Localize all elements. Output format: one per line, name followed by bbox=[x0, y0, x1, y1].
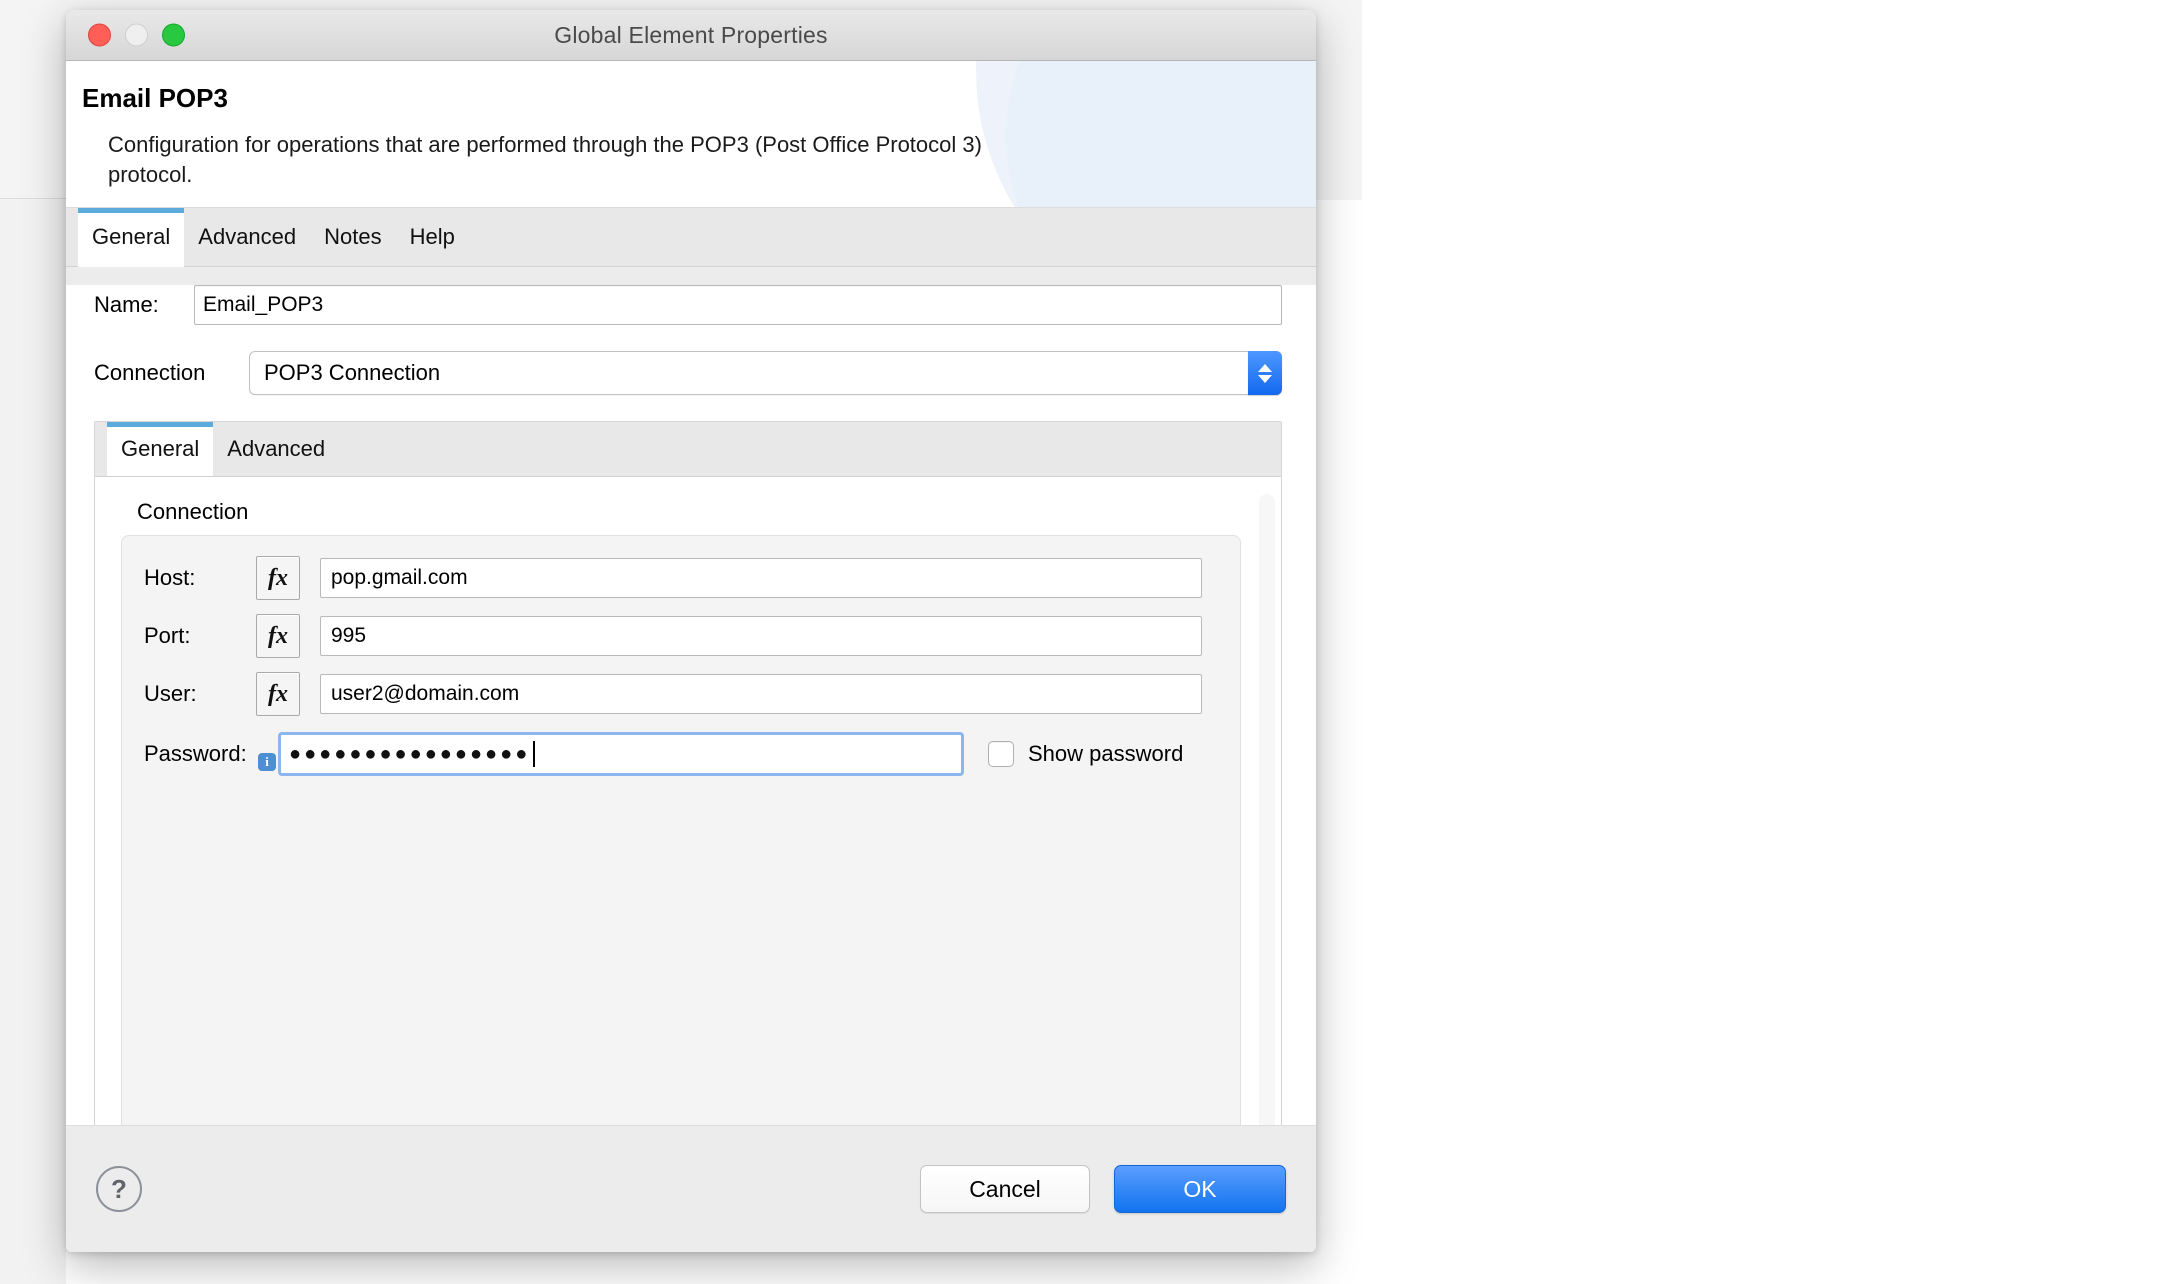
tab-help-label: Help bbox=[409, 224, 455, 249]
show-password-checkbox[interactable] bbox=[988, 741, 1014, 767]
page-description: Configuration for operations that are pe… bbox=[108, 132, 982, 187]
dialog-footer: ? Cancel OK bbox=[66, 1125, 1316, 1252]
host-fx-button[interactable]: fx bbox=[256, 556, 300, 600]
password-label: Password: bbox=[144, 741, 247, 766]
backdrop-right-strip bbox=[1362, 0, 2182, 1284]
ok-button[interactable]: OK bbox=[1114, 1165, 1286, 1213]
info-icon[interactable]: i bbox=[258, 753, 276, 771]
close-icon[interactable] bbox=[88, 23, 111, 47]
connection-select[interactable]: POP3 Connection bbox=[249, 351, 1282, 395]
user-label: User: bbox=[144, 681, 197, 706]
tab-notes[interactable]: Notes bbox=[310, 208, 395, 266]
connection-label: Connection bbox=[94, 360, 206, 385]
vertical-scrollbar[interactable] bbox=[1259, 494, 1275, 1144]
name-row: Name: Email_POP3 bbox=[66, 285, 1316, 325]
tab-general-label: General bbox=[92, 224, 171, 249]
dialog-header: Email POP3 Configuration for operations … bbox=[66, 61, 1316, 208]
chevron-updown-icon[interactable] bbox=[1248, 351, 1282, 395]
tab-advanced-label: Advanced bbox=[198, 224, 297, 249]
name-label: Name: bbox=[94, 292, 159, 317]
connection-tab-general-label: General bbox=[121, 436, 200, 461]
global-element-properties-dialog: Global Element Properties Email POP3 Con… bbox=[66, 10, 1316, 1252]
minimize-icon[interactable] bbox=[125, 23, 148, 47]
port-input[interactable]: 995 bbox=[320, 616, 1202, 656]
host-label: Host: bbox=[144, 565, 196, 590]
password-input[interactable]: ●●●●●●●●●●●●●●●● bbox=[278, 732, 964, 776]
user-row: User: fx user2@domain.com bbox=[122, 670, 1240, 718]
user-input[interactable]: user2@domain.com bbox=[320, 674, 1202, 714]
zoom-icon[interactable] bbox=[162, 23, 185, 47]
host-row: Host: fx pop.gmail.com bbox=[122, 554, 1240, 602]
port-label: Port: bbox=[144, 623, 191, 648]
tab-advanced[interactable]: Advanced bbox=[184, 208, 310, 266]
show-password-control[interactable]: Show password bbox=[988, 741, 1183, 767]
tab-help[interactable]: Help bbox=[396, 208, 469, 266]
window-title: Global Element Properties bbox=[554, 21, 828, 48]
connection-select-value: POP3 Connection bbox=[264, 360, 441, 385]
tab-general[interactable]: General bbox=[78, 208, 185, 267]
name-input[interactable]: Email_POP3 bbox=[194, 285, 1282, 325]
port-row: Port: fx 995 bbox=[122, 612, 1240, 660]
port-fx-button[interactable]: fx bbox=[256, 614, 300, 658]
window-titlebar: Global Element Properties bbox=[66, 10, 1316, 61]
user-fx-button[interactable]: fx bbox=[256, 672, 300, 716]
password-masked-value: ●●●●●●●●●●●●●●●● bbox=[289, 743, 531, 765]
connection-tab-advanced-label: Advanced bbox=[227, 436, 326, 461]
main-tabbar: General Advanced Notes Help bbox=[66, 208, 1316, 267]
text-caret bbox=[533, 741, 536, 767]
password-label-wrap: Password: i bbox=[122, 741, 278, 771]
show-password-label: Show password bbox=[1028, 741, 1184, 766]
window-traffic-lights bbox=[88, 23, 185, 47]
connection-tabbar: General Advanced bbox=[95, 422, 1281, 477]
dialog-body: Name: Email_POP3 Connection POP3 Connect… bbox=[66, 285, 1316, 1252]
page-title: Email POP3 bbox=[82, 83, 228, 113]
help-icon[interactable]: ? bbox=[96, 1166, 142, 1212]
tab-notes-label: Notes bbox=[324, 224, 382, 249]
connection-row: Connection POP3 Connection bbox=[66, 351, 1316, 395]
password-row: Password: i ●●●●●●●●●●●●●●●● Show passwo… bbox=[122, 728, 1240, 780]
connection-group-legend: Connection bbox=[137, 499, 249, 524]
backdrop-divider bbox=[0, 198, 72, 199]
connection-tab-advanced[interactable]: Advanced bbox=[213, 422, 339, 476]
connection-group-box: Host: fx pop.gmail.com Port: fx 995 User… bbox=[121, 535, 1241, 1162]
host-input[interactable]: pop.gmail.com bbox=[320, 558, 1202, 598]
cancel-button[interactable]: Cancel bbox=[920, 1165, 1090, 1213]
connection-tab-content: Connection Host: fx pop.gmail.com Port: … bbox=[95, 477, 1281, 1162]
connection-tab-general[interactable]: General bbox=[107, 422, 214, 476]
connection-config-panel: General Advanced Connection Host: fx pop… bbox=[94, 421, 1282, 1163]
